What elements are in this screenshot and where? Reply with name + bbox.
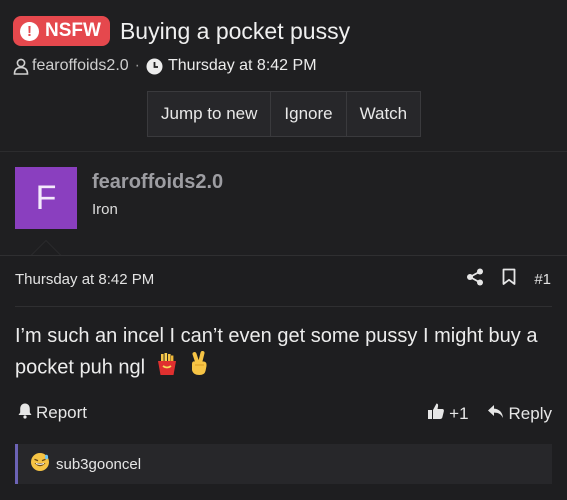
user-caret-inner: [32, 241, 60, 255]
post-text: I’m such an incel I can’t even get some …: [15, 325, 538, 379]
bell-icon: [17, 402, 33, 424]
ignore-button[interactable]: Ignore: [271, 92, 347, 136]
post-header-actions: #1: [466, 268, 551, 291]
victory-hand-emoji: [188, 351, 210, 385]
user-icon: [13, 58, 29, 75]
share-icon[interactable]: [466, 268, 484, 291]
post-user-block: F fearoffoids2.0 Iron: [0, 152, 567, 255]
like-count: +1: [449, 403, 469, 423]
meta-separator: ·: [134, 57, 140, 74]
user-rank: Iron: [92, 201, 118, 218]
report-label: Report: [36, 403, 88, 422]
thread-time-link[interactable]: Thursday at 8:42 PM: [168, 57, 317, 75]
thread-header: ! NSFW Buying a pocket pussy fearoffoids…: [0, 0, 567, 152]
report-button[interactable]: Report: [17, 402, 87, 424]
reply-label: Reply: [508, 403, 552, 423]
post-date-link[interactable]: Thursday at 8:42 PM: [15, 271, 154, 288]
like-button[interactable]: +1: [427, 402, 469, 425]
thread-author-link[interactable]: fearoffoids2.0: [32, 57, 129, 75]
title-row: ! NSFW Buying a pocket pussy: [13, 16, 350, 46]
jump-to-new-button[interactable]: Jump to new: [148, 92, 272, 136]
thread-title: Buying a pocket pussy: [119, 17, 351, 44]
post-message: I’m such an incel I can’t even get some …: [15, 321, 555, 385]
grinning-sweat-emoji: [30, 452, 50, 476]
post-divider: [15, 306, 552, 307]
nsfw-badge: ! NSFW: [13, 16, 110, 46]
clock-icon: [146, 58, 163, 75]
thumbs-up-icon: [427, 402, 445, 425]
post-number-link[interactable]: #1: [534, 271, 551, 288]
bookmark-icon[interactable]: [502, 268, 516, 291]
fries-emoji: [155, 352, 179, 385]
post-username-link[interactable]: fearoffoids2.0: [92, 171, 223, 194]
thread-meta: fearoffoids2.0 · Thursday at 8:42 PM: [13, 57, 317, 75]
watch-button[interactable]: Watch: [347, 92, 421, 136]
alert-icon: !: [20, 21, 39, 41]
post-footer: Report +1 Reply: [17, 402, 552, 424]
avatar[interactable]: F: [15, 167, 77, 229]
nsfw-label: NSFW: [45, 20, 101, 41]
reply-arrow-icon: [487, 404, 504, 424]
thread-action-buttons: Jump to new Ignore Watch: [147, 91, 422, 137]
quote-username[interactable]: sub3gooncel: [56, 456, 141, 473]
reply-button[interactable]: Reply: [487, 404, 552, 424]
reaction-quote-box[interactable]: sub3gooncel: [15, 444, 552, 484]
post-footer-right: +1 Reply: [427, 402, 552, 425]
